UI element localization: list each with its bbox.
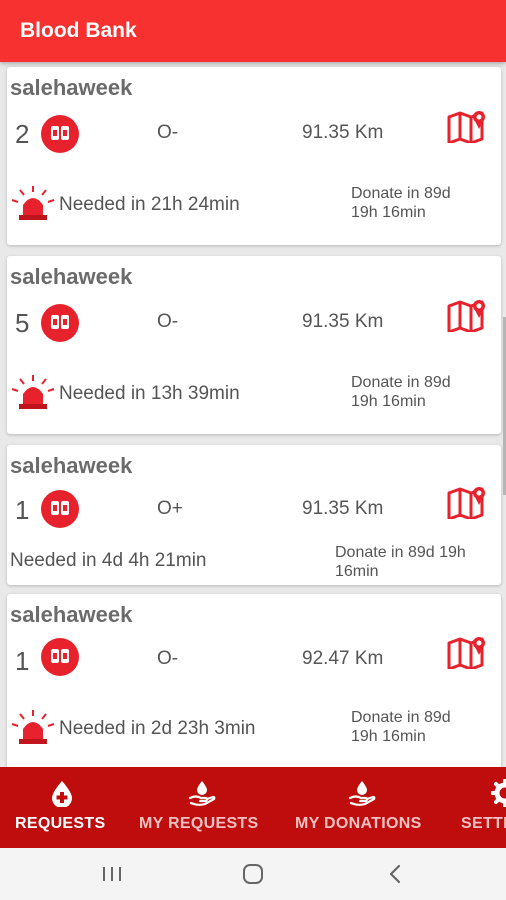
request-card[interactable]: salehaweek 1 O- 92.47 Km Needed in 2d 23…	[7, 594, 501, 768]
units-count: 2	[15, 119, 30, 149]
home-icon[interactable]	[233, 858, 273, 890]
donate-line-2: 19h 16min	[351, 204, 426, 221]
app-root: Blood Bank salehaweek 2 O- 91.35 Km Need…	[0, 0, 506, 900]
siren-icon	[11, 185, 55, 221]
request-card[interactable]: salehaweek 2 O- 91.35 Km Needed in 21h 2…	[7, 67, 501, 245]
units-count: 5	[15, 308, 30, 338]
blood-type: O-	[157, 311, 179, 332]
needed-time: Needed in 2d 23h 3min	[59, 718, 256, 739]
siren-icon	[11, 709, 55, 745]
request-card[interactable]: salehaweek 5 O- 91.35 Km Needed in 13h 3…	[7, 256, 501, 434]
distance: 91.35 Km	[302, 122, 384, 143]
donate-line-2: 19h 16min	[351, 728, 426, 745]
system-navigation-bar	[0, 848, 506, 900]
donate-eligibility: Donate in 89d 19h 16min	[351, 373, 451, 411]
blood-drop-plus-icon	[48, 779, 76, 808]
hand-drop-icon	[188, 779, 216, 807]
tab-requests[interactable]: REQUESTS	[0, 767, 120, 848]
map-icon[interactable]	[447, 109, 489, 145]
siren-icon	[11, 374, 55, 410]
donate-line-1: Donate in 89d	[351, 374, 451, 391]
map-icon[interactable]	[447, 635, 489, 671]
requester-name: salehaweek	[10, 264, 133, 289]
distance: 91.35 Km	[302, 498, 384, 519]
blood-bag-icon	[41, 490, 79, 528]
tab-requests-label: REQUESTS	[15, 815, 106, 832]
donate-line-1: Donate in 89d	[351, 185, 451, 202]
back-icon[interactable]	[375, 858, 415, 890]
blood-bag-icon	[41, 638, 79, 676]
request-card[interactable]: salehaweek 1 O+ 91.35 Km Needed in 4d 4h…	[7, 445, 501, 585]
gear-icon	[490, 778, 506, 808]
blood-type: O+	[157, 498, 183, 519]
tab-my-requests-label: MY REQUESTS	[139, 815, 259, 832]
units-count: 1	[15, 646, 30, 676]
tab-my-donations-label: MY DONATIONS	[295, 815, 422, 832]
donate-line-2: 19h 16min	[351, 393, 426, 410]
requester-name: salehaweek	[10, 602, 133, 627]
donate-eligibility: Donate in 89d 19h 16min	[351, 708, 451, 746]
distance: 92.47 Km	[302, 648, 384, 669]
blood-type: O-	[157, 122, 179, 143]
donate-line-1: Donate in 89d 19h	[335, 544, 466, 561]
units-count: 1	[15, 495, 30, 525]
needed-time: Needed in 4d 4h 21min	[10, 550, 207, 571]
blood-bag-icon	[41, 115, 79, 153]
tab-settings[interactable]: SETTINGS	[455, 767, 506, 848]
map-icon[interactable]	[447, 485, 489, 521]
needed-time: Needed in 13h 39min	[59, 383, 240, 404]
needed-time: Needed in 21h 24min	[59, 194, 240, 215]
tab-my-donations[interactable]: MY DONATIONS	[288, 767, 443, 848]
requester-name: salehaweek	[10, 453, 133, 478]
requester-name: salehaweek	[10, 75, 133, 100]
recent-apps-icon[interactable]	[92, 858, 132, 890]
donate-line-1: Donate in 89d	[351, 709, 451, 726]
blood-type: O-	[157, 648, 179, 669]
donate-line-2: 16min	[335, 563, 379, 580]
blood-bag-icon	[41, 304, 79, 342]
app-bar: Blood Bank	[0, 0, 506, 62]
map-icon[interactable]	[447, 298, 489, 334]
requests-list[interactable]: salehaweek 2 O- 91.35 Km Needed in 21h 2…	[0, 62, 506, 768]
app-title: Blood Bank	[20, 19, 137, 42]
donate-eligibility: Donate in 89d 19h 16min	[351, 184, 451, 222]
tab-my-requests[interactable]: MY REQUESTS	[130, 767, 275, 848]
tab-settings-label: SETTINGS	[461, 815, 506, 832]
hand-drop-icon	[348, 779, 376, 807]
bottom-navigation: REQUESTS MY REQUESTS MY DONATIONS SETTIN…	[0, 767, 506, 848]
distance: 91.35 Km	[302, 311, 384, 332]
donate-eligibility: Donate in 89d 19h 16min	[335, 543, 466, 581]
